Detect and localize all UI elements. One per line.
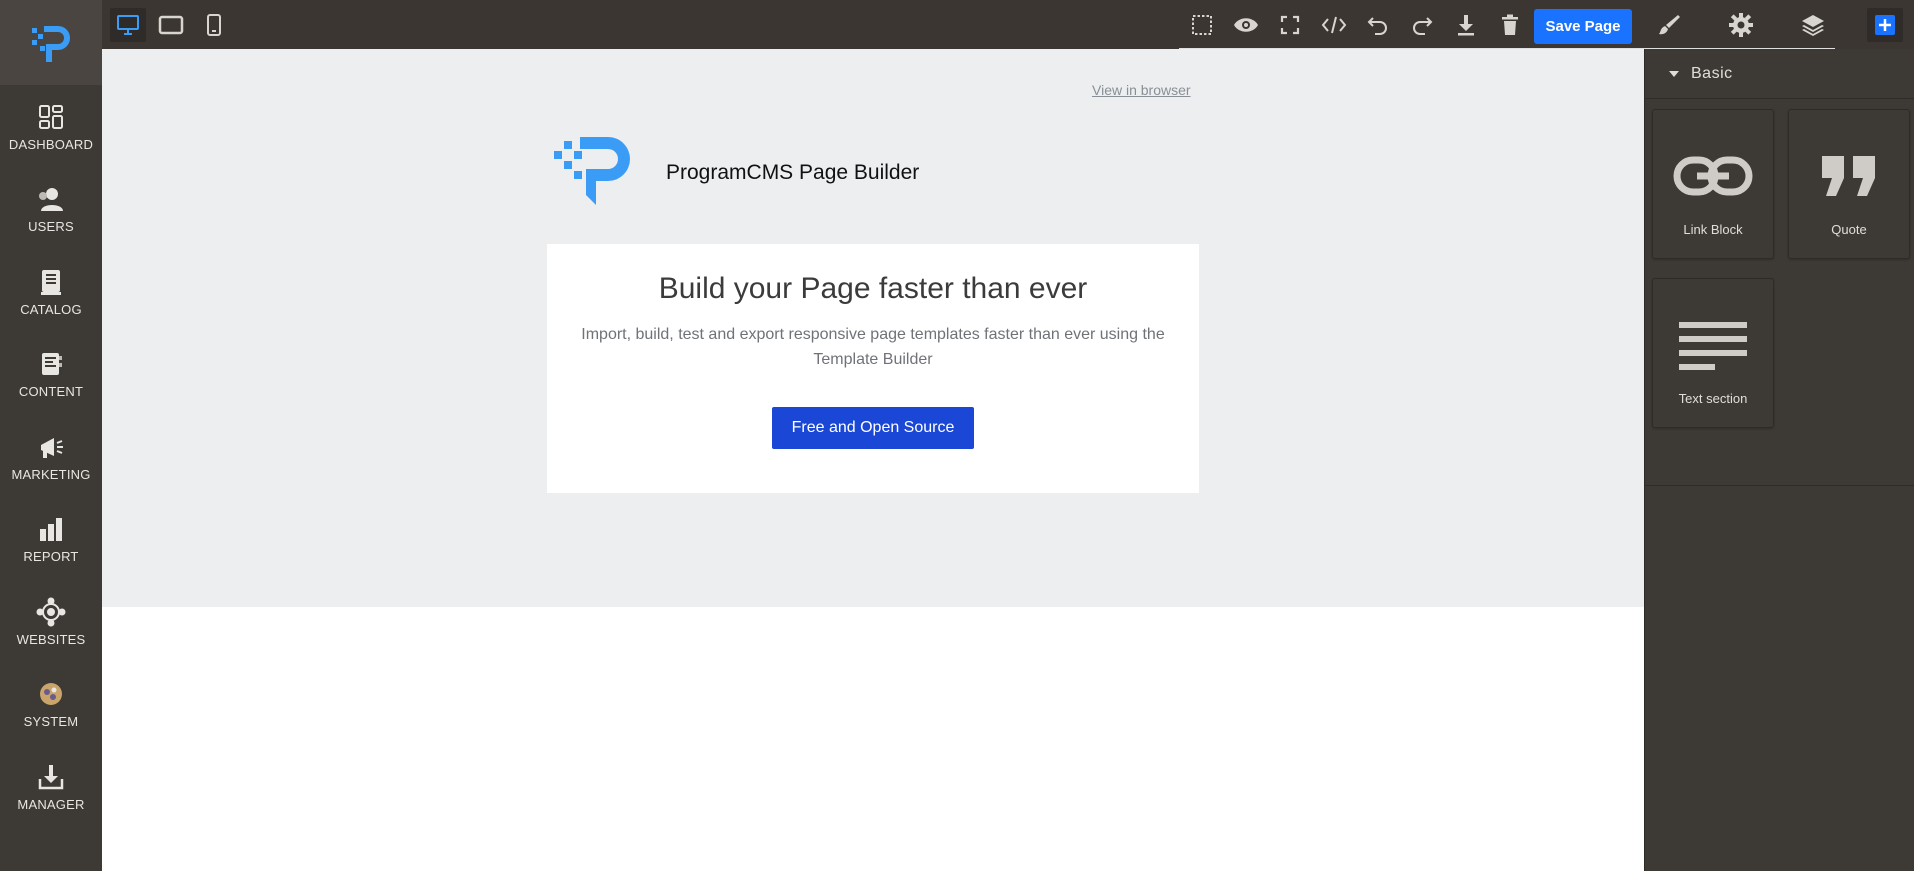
content-icon — [35, 348, 67, 380]
export-button[interactable] — [1448, 8, 1484, 42]
free-and-open-source-button[interactable]: Free and Open Source — [772, 407, 974, 449]
catalog-icon — [35, 266, 67, 298]
blocks-icon — [1875, 15, 1895, 35]
style-manager-button[interactable] — [1651, 8, 1687, 42]
sidebar-item-catalog[interactable]: CATALOG — [0, 250, 102, 333]
undo-button[interactable] — [1360, 8, 1396, 42]
trash-icon — [1502, 14, 1518, 35]
block-link[interactable]: Link Block — [1652, 109, 1774, 259]
sidebar-item-users[interactable]: USERS — [0, 168, 102, 251]
mobile-icon — [207, 14, 221, 36]
sidebar-item-report[interactable]: REPORT — [0, 498, 102, 581]
hero-card[interactable]: Build your Page faster than ever Import,… — [547, 244, 1199, 493]
tablet-icon — [158, 15, 184, 35]
redo-button[interactable] — [1404, 8, 1440, 42]
sidebar-item-system[interactable]: SYSTEM — [0, 663, 102, 746]
programcms-logo-icon — [32, 25, 70, 62]
block-category-label: Basic — [1691, 64, 1733, 82]
gear-icon — [1729, 13, 1753, 37]
caret-down-icon — [1669, 70, 1679, 77]
sw-visibility-icon — [1192, 15, 1212, 35]
marketing-icon — [35, 431, 67, 463]
users-icon — [35, 183, 67, 215]
fullscreen-button[interactable] — [1272, 8, 1308, 42]
brand-name[interactable]: ProgramCMS Page Builder — [666, 161, 919, 185]
settings-button[interactable] — [1723, 8, 1759, 42]
sidebar-item-label: SYSTEM — [23, 714, 79, 730]
sidebar-item-websites[interactable]: WEBSITES — [0, 580, 102, 663]
quote-icon — [1820, 146, 1878, 206]
block-category-basic[interactable]: Basic — [1645, 49, 1914, 99]
hero-subtitle[interactable]: Import, build, test and export responsiv… — [573, 322, 1173, 372]
sw-visibility-button[interactable] — [1184, 8, 1220, 42]
sidebar-item-label: MANAGER — [17, 796, 85, 812]
block-label: Text section — [1678, 391, 1748, 406]
programcms-logo-icon — [554, 137, 630, 205]
sidebar-item-manager[interactable]: MANAGER — [0, 745, 102, 828]
text-section-icon — [1677, 315, 1749, 375]
admin-sidebar: DASHBOARD USERS CATALOG CONTENT MARKETIN… — [0, 0, 102, 871]
sidebar-item-content[interactable]: CONTENT — [0, 333, 102, 416]
hero-title[interactable]: Build your Page faster than ever — [547, 272, 1199, 306]
sidebar-item-marketing[interactable]: MARKETING — [0, 415, 102, 498]
block-quote[interactable]: Quote — [1788, 109, 1910, 259]
redo-icon — [1413, 17, 1433, 35]
device-mobile-button[interactable] — [196, 8, 232, 42]
brand-logo[interactable] — [550, 135, 634, 212]
sidebar-item-label: USERS — [28, 219, 74, 235]
preview-icon — [1234, 18, 1258, 32]
layers-icon — [1802, 15, 1824, 36]
preview-button[interactable] — [1228, 8, 1264, 42]
undo-icon — [1367, 17, 1387, 35]
sidebar-item-label: CATALOG — [20, 301, 82, 317]
sidebar-item-label: MARKETING — [11, 466, 91, 482]
page-wrapper[interactable]: View in browser ProgramCMS Page Builder … — [102, 49, 1644, 607]
link-icon — [1673, 146, 1753, 206]
code-icon — [1321, 16, 1347, 34]
block-label: Quote — [1831, 222, 1867, 237]
blocks-panel-button[interactable] — [1867, 8, 1903, 42]
websites-icon — [35, 596, 67, 628]
device-desktop-button[interactable] — [110, 8, 146, 42]
sidebar-item-label: WEBSITES — [16, 631, 86, 647]
sidebar-item-label: REPORT — [23, 549, 79, 565]
desktop-icon — [117, 15, 139, 35]
code-view-button[interactable] — [1316, 8, 1352, 42]
sidebar-item-label: DASHBOARD — [8, 136, 94, 152]
editor-toolbar: Save Page — [102, 0, 1914, 50]
sidebar-item-label: CONTENT — [18, 384, 84, 400]
clear-canvas-button[interactable] — [1492, 8, 1528, 42]
sidebar-logo[interactable] — [0, 0, 102, 85]
editor-canvas[interactable]: View in browser ProgramCMS Page Builder … — [102, 49, 1644, 871]
device-tablet-button[interactable] — [153, 8, 189, 42]
report-icon — [35, 513, 67, 545]
layer-manager-button[interactable] — [1795, 8, 1831, 42]
view-in-browser-link[interactable]: View in browser — [1092, 82, 1191, 98]
system-icon — [35, 678, 67, 710]
blocks-grid: Link Block Quote Text section — [1645, 99, 1914, 486]
fullscreen-icon — [1280, 15, 1300, 35]
dashboard-icon — [35, 101, 67, 133]
sidebar-item-dashboard[interactable]: DASHBOARD — [0, 85, 102, 168]
manager-icon — [35, 761, 67, 793]
block-label: Link Block — [1683, 222, 1743, 237]
block-text-section[interactable]: Text section — [1652, 278, 1774, 428]
save-page-button[interactable]: Save Page — [1534, 9, 1632, 44]
blocks-panel: Basic Link Block Quote Text section — [1644, 49, 1914, 871]
brush-icon — [1659, 15, 1680, 35]
download-icon — [1458, 15, 1474, 36]
